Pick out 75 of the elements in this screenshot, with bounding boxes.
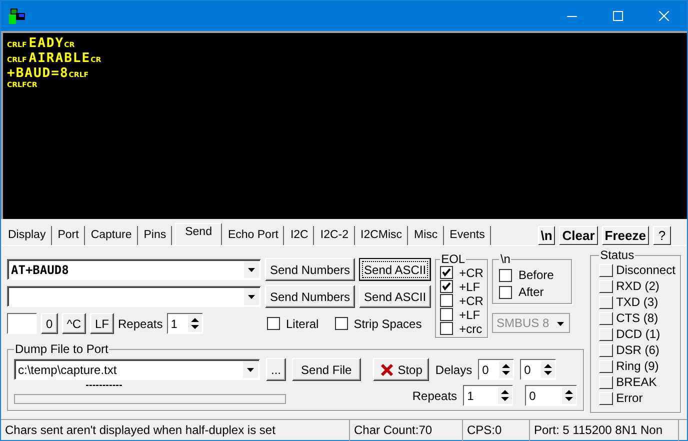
checkbox-label: +crc	[459, 322, 482, 336]
stop-button[interactable]: Stop	[372, 358, 430, 381]
status-bar-text: Chars sent aren't displayed when half-duplex is set	[1, 420, 350, 441]
x-icon	[380, 362, 394, 376]
repeats-label: Repeats	[118, 316, 163, 330]
toolbar-button[interactable]: \n	[538, 226, 556, 245]
spin-arrows-icon[interactable]	[498, 387, 512, 404]
status-bar-text: CPS:0	[463, 420, 530, 441]
key-button[interactable]: LF	[90, 313, 114, 334]
send-button[interactable]: Send ASCII	[359, 258, 432, 281]
repeats-label: Repeats	[412, 388, 458, 402]
status-label: Error	[616, 391, 643, 405]
spin-arrows-icon[interactable]	[188, 315, 202, 332]
checkbox[interactable]	[499, 286, 512, 298]
checkbox[interactable]	[334, 317, 348, 330]
char-field[interactable]	[7, 313, 37, 334]
checkbox[interactable]	[440, 322, 454, 335]
repeats-spinner[interactable]: 1	[463, 385, 514, 406]
terminal-text: AIRABLE	[28, 51, 91, 66]
toolbar-button[interactable]: ?	[653, 226, 671, 245]
send-field[interactable]	[7, 286, 261, 307]
spin-arrows-icon[interactable]	[562, 387, 576, 404]
status-label: RXD (2)	[616, 279, 660, 293]
delays-label: Delays	[435, 362, 472, 376]
delay-spinner[interactable]: 0	[520, 359, 556, 380]
tab[interactable]: Send	[175, 223, 222, 245]
delay-spinner[interactable]: 0	[478, 359, 514, 380]
status-label: Disconnect	[616, 263, 676, 277]
checkbox-label: +CR	[459, 294, 484, 308]
spin-arrows-icon[interactable]	[499, 361, 514, 378]
send-button[interactable]: Send ASCII	[359, 285, 432, 308]
close-icon[interactable]	[659, 11, 669, 21]
checkbox[interactable]	[440, 294, 454, 307]
toolbar-button[interactable]: Clear	[559, 226, 598, 245]
repeats-spinner[interactable]: 0	[525, 385, 578, 406]
status-label: BREAK	[616, 375, 657, 389]
spin-arrows-icon[interactable]	[541, 361, 556, 378]
status-label: TXD (3)	[616, 295, 658, 309]
group-title: EOL	[440, 252, 466, 266]
status-bar-text: Char Count:70	[350, 420, 463, 441]
group-title: Status	[599, 248, 636, 262]
browse-button[interactable]: ...	[266, 358, 286, 381]
checkbox-label: Strip Spaces	[354, 316, 422, 330]
progress-text: -----------	[84, 381, 124, 391]
checkbox[interactable]	[267, 317, 280, 330]
status-label: Ring (9)	[616, 359, 659, 373]
toolbar-button[interactable]: Freeze	[602, 226, 649, 245]
terminal-text: EADY	[28, 36, 64, 51]
status-label: DSR (6)	[616, 343, 660, 357]
checkbox-label: Before	[518, 268, 554, 282]
file-field[interactable]: c:\temp\capture.txt	[14, 359, 260, 380]
key-button[interactable]: 0	[41, 313, 58, 334]
app-icon	[9, 8, 25, 24]
checkbox-label: After	[518, 285, 544, 299]
checkbox-label: +LF	[459, 280, 480, 294]
key-button[interactable]: ^C	[62, 313, 86, 334]
checkbox-label: Literal	[286, 316, 319, 330]
status-bar-text: Port: 5 115200 8N1 Non	[530, 420, 679, 441]
checkbox-label: +CR	[459, 266, 484, 280]
send-button[interactable]: Send Numbers	[265, 285, 356, 308]
repeats-spinner[interactable]: 1	[166, 313, 203, 334]
terminal-text: +BAUD=8	[7, 66, 69, 81]
send-file-button[interactable]: Send File	[292, 358, 361, 381]
status-label: DCD (1)	[616, 327, 660, 341]
checkbox[interactable]	[440, 266, 454, 279]
status-label: CTS (8)	[616, 311, 658, 325]
maximize-icon[interactable]	[613, 11, 623, 21]
checkbox[interactable]	[440, 308, 454, 321]
checkbox-label: +LF	[459, 308, 480, 322]
group-title: \n	[499, 252, 512, 266]
checkbox[interactable]	[499, 268, 512, 282]
group-title: Dump File to Port	[14, 342, 110, 356]
checkbox[interactable]	[440, 280, 454, 293]
send-button[interactable]: Send Numbers	[265, 258, 356, 281]
send-field[interactable]: AT+BAUD8	[7, 259, 261, 280]
